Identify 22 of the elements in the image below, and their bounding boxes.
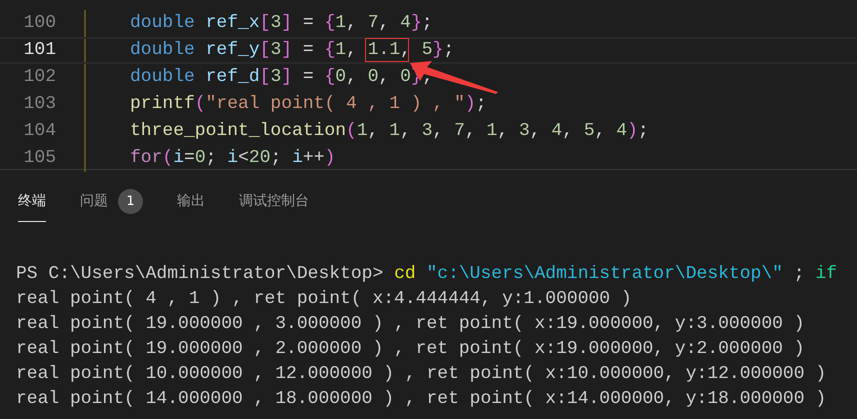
- terminal-line: real point( 10.000000 , 12.000000 ) , ret point( x:10.000000, y:12.000000 ): [16, 363, 828, 386]
- terminal-line: PS C:\Users\Administrator\Desktop> cd "c:\Users\Administrator\Desktop\" ; if: [16, 263, 838, 286]
- line-number: 103: [22, 93, 56, 116]
- code-line: double ref_x[3] = {1, 7, 4};: [130, 12, 433, 35]
- panel-tab[interactable]: 终端: [18, 182, 46, 222]
- code-line: printf("real point( 4 , 1 ) , ");: [130, 93, 486, 116]
- line-number: 101: [22, 39, 56, 62]
- terminal-line: real point( 4 , 1 ) , ret point( x:4.444444, y:1.000000 ): [16, 288, 633, 311]
- terminal-line: real point( 14.000000 , 18.000000 ) , ret point( x:14.000000, y:18.000000 ): [16, 388, 828, 411]
- panel-tab[interactable]: 调试控制台: [239, 182, 309, 222]
- code-line: for(i=0; i<20; i++): [130, 147, 336, 170]
- code-line: double ref_y[3] = {1, 1.1, 5};: [130, 39, 454, 62]
- terminal-line: real point( 19.000000 , 3.000000 ) , ret point( x:19.000000, y:3.000000 ): [16, 313, 806, 336]
- code-line: three_point_location(1, 1, 3, 7, 1, 3, 4, 5, 4);: [130, 120, 649, 143]
- panel-tab[interactable]: 问题 1: [80, 182, 143, 222]
- panel-tab[interactable]: 输出: [177, 182, 205, 222]
- count-badge: 1: [118, 189, 143, 214]
- line-number: 104: [22, 120, 56, 143]
- line-number: 102: [22, 66, 56, 89]
- line-number: 105: [22, 147, 56, 170]
- line-number: 100: [22, 12, 56, 35]
- terminal-line: real point( 19.000000 , 2.000000 ) , ret point( x:19.000000, y:2.000000 ): [16, 338, 806, 361]
